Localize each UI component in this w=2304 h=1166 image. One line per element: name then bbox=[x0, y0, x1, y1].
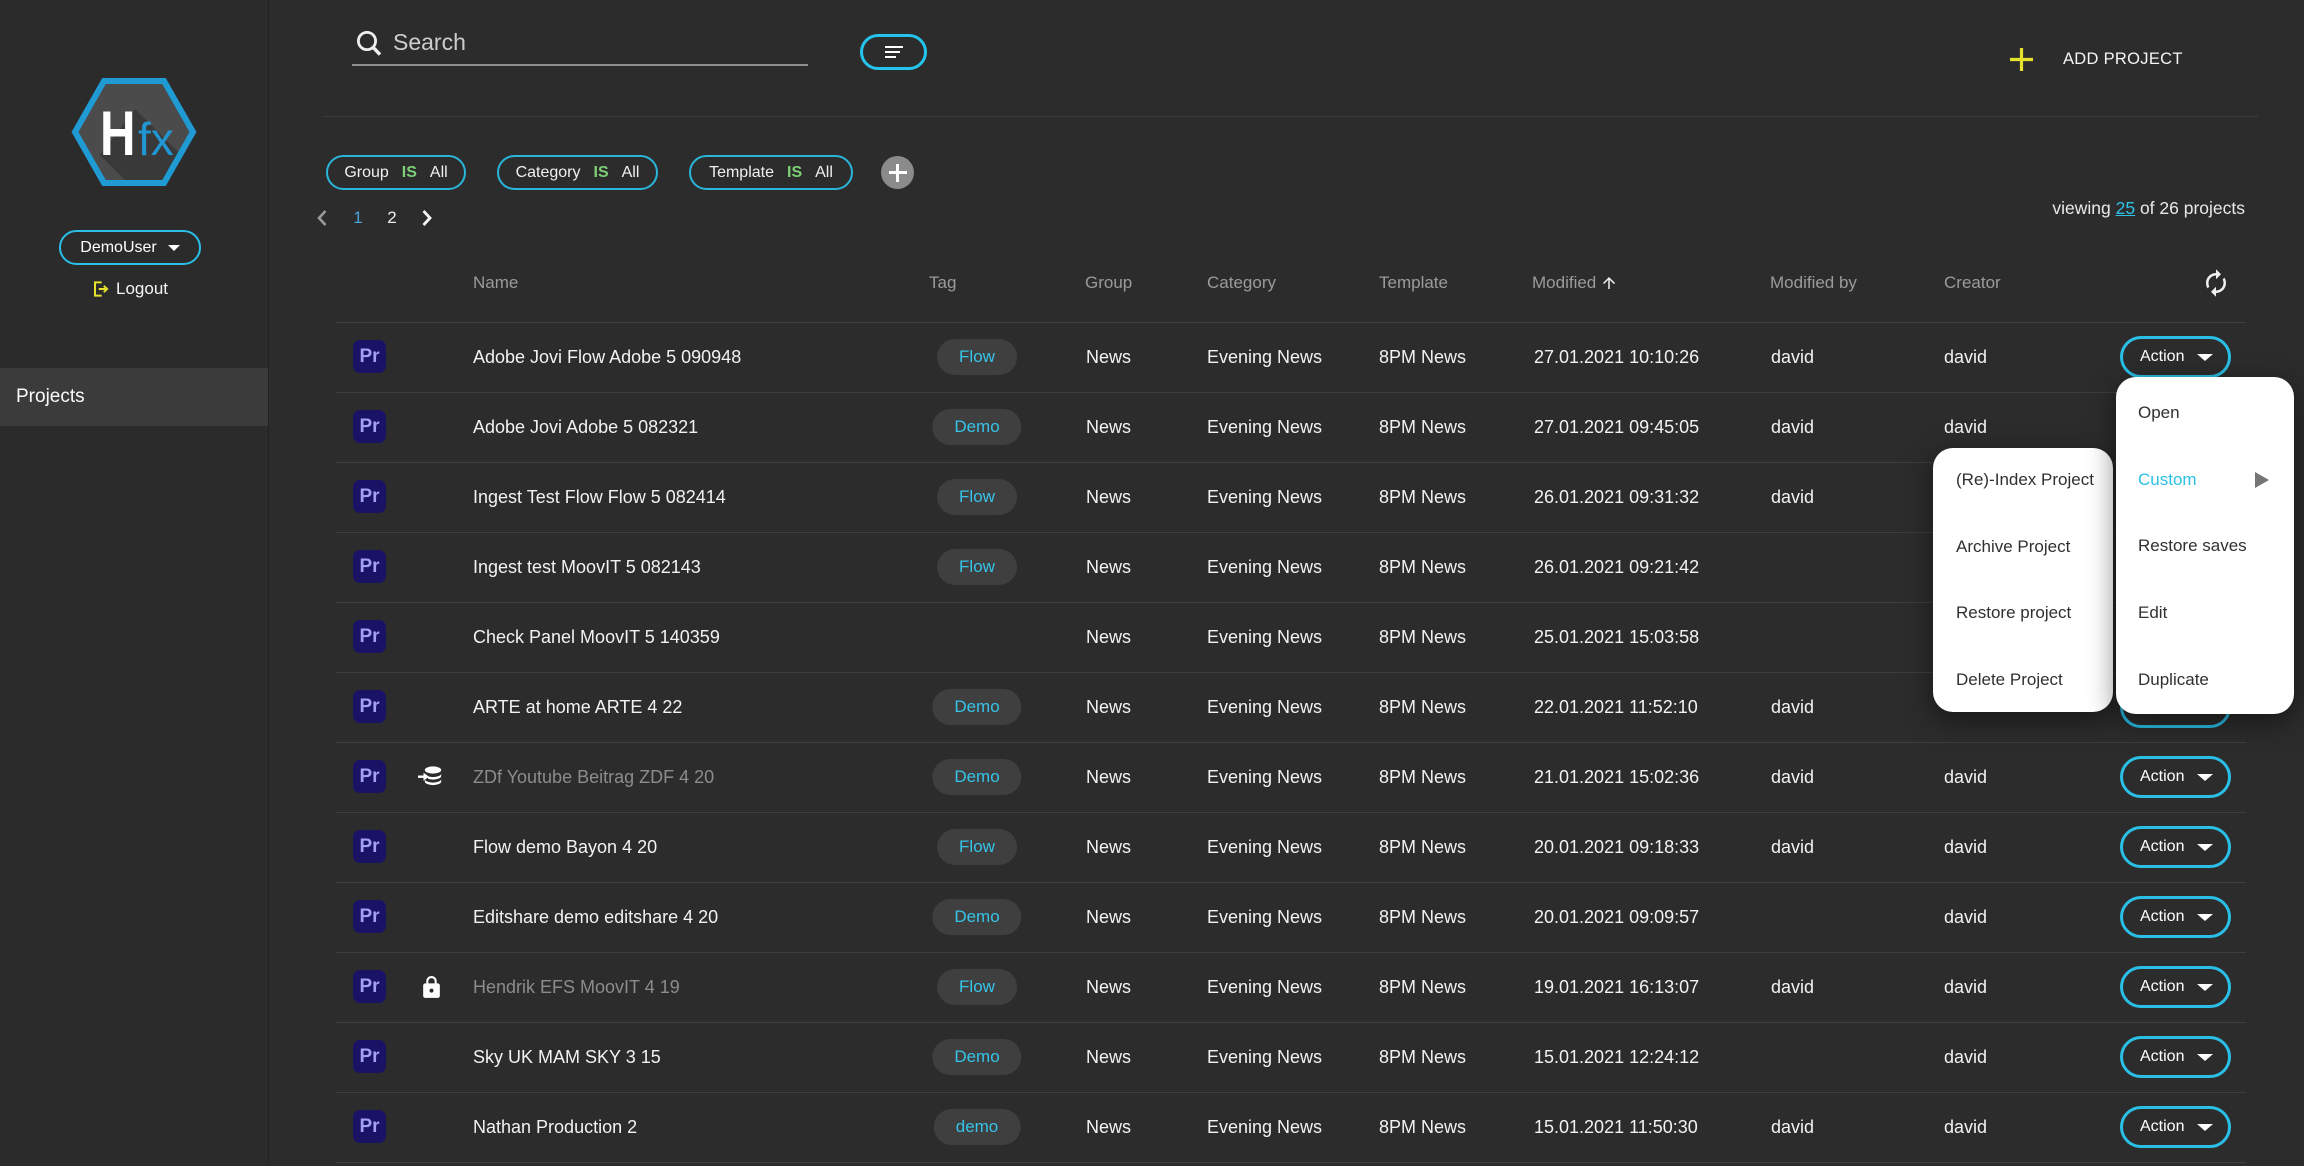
svg-text:H: H bbox=[100, 98, 135, 168]
svg-text:fx: fx bbox=[138, 113, 174, 165]
